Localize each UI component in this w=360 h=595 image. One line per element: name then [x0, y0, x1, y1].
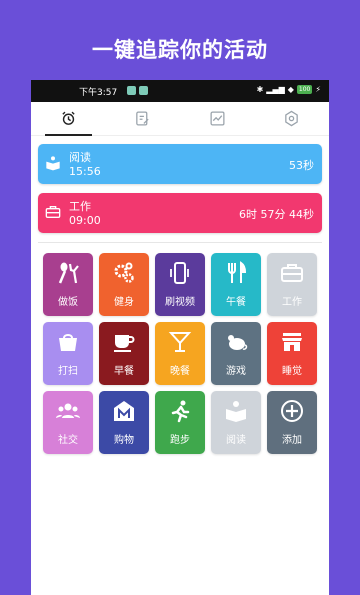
tab-alarm[interactable]: [31, 102, 106, 136]
activity-grid: 做饭 健身 刷视频 午餐 工作 打扫 早餐 晚餐 游戏 睡觉 社交 购物 跑步 …: [31, 253, 329, 454]
briefcase-icon: [45, 206, 61, 218]
timer-title: 工作: [69, 200, 91, 213]
bluetooth-icon: ✱: [256, 85, 264, 94]
spoon-fork-icon: [58, 262, 79, 284]
shop-m-icon: [114, 401, 134, 421]
timer-card-reading[interactable]: 阅读 15:56 53秒: [38, 144, 322, 184]
activity-tile-fitness[interactable]: 健身: [99, 253, 149, 316]
note-edit-icon: [136, 111, 149, 126]
battery-icon: 100: [296, 85, 313, 94]
activity-tile-shopping[interactable]: 购物: [99, 391, 149, 454]
trend-chart-icon: [210, 111, 225, 126]
active-timers: 阅读 15:56 53秒 工作 09:00 6时 57分 44秒: [31, 136, 329, 243]
phone-screen: 下午3:57 ✱ ▂▄▆ ◆ 100 ⚡ 阅读 15:56 53秒 工作 09:…: [31, 80, 329, 595]
timer-start: 09:00: [69, 214, 101, 227]
activity-label: 跑步: [170, 435, 190, 446]
page-headline: 一键追踪你的活动: [92, 38, 268, 62]
activity-label: 打扫: [58, 366, 78, 377]
book-reader-icon: [226, 401, 246, 422]
activity-label: 做饭: [58, 297, 78, 308]
runner-icon: [171, 400, 190, 423]
plus-circle-icon: [281, 400, 303, 422]
activity-tile-breakfast[interactable]: 早餐: [99, 322, 149, 385]
activity-tile-game[interactable]: 游戏: [211, 322, 261, 385]
gears-icon: [114, 262, 134, 283]
briefcase-icon: [281, 264, 303, 282]
coffee-cup-icon: [114, 335, 135, 352]
charging-icon: ⚡: [315, 85, 321, 94]
activity-tile-cooking[interactable]: 做饭: [43, 253, 93, 316]
activity-label: 刷视频: [165, 297, 195, 308]
basket-icon: [59, 334, 77, 351]
tab-settings[interactable]: [255, 102, 330, 135]
activity-label: 午餐: [226, 297, 246, 308]
tab-notes[interactable]: [106, 102, 181, 135]
activity-label: 健身: [114, 297, 134, 308]
activity-tile-video[interactable]: 刷视频: [155, 253, 205, 316]
cocktail-icon: [168, 332, 192, 352]
notification-icon: [139, 86, 148, 95]
status-icons: ✱ ▂▄▆ ◆ 100 ⚡: [257, 85, 321, 94]
activity-label: 睡觉: [282, 366, 302, 377]
wifi-icon: ◆: [287, 85, 294, 94]
notification-icon: [127, 86, 136, 95]
timer-card-work[interactable]: 工作 09:00 6时 57分 44秒: [38, 193, 322, 233]
book-reader-icon: [46, 156, 60, 171]
store-icon: [282, 333, 302, 351]
activity-label: 工作: [282, 297, 302, 308]
gear-icon: [285, 110, 299, 127]
timer-duration: 53秒: [289, 159, 314, 172]
fork-knife-icon: [228, 261, 247, 283]
activity-tile-sleep[interactable]: 睡觉: [267, 322, 317, 385]
tab-stats[interactable]: [180, 102, 255, 135]
activity-tile-reading[interactable]: 阅读: [211, 391, 261, 454]
people-group-icon: [56, 403, 80, 418]
activity-label: 游戏: [226, 366, 246, 377]
activity-tile-lunch[interactable]: 午餐: [211, 253, 261, 316]
activity-label: 阅读: [226, 435, 246, 446]
tab-bar: [31, 102, 329, 136]
activity-tile-social[interactable]: 社交: [43, 391, 93, 454]
activity-tile-dinner[interactable]: 晚餐: [155, 322, 205, 385]
alarm-clock-icon: [62, 111, 75, 125]
status-bar: 下午3:57 ✱ ▂▄▆ ◆ 100 ⚡: [31, 80, 329, 102]
timer-duration: 6时 57分 44秒: [239, 208, 314, 221]
timer-start: 15:56: [69, 165, 101, 178]
mouse-animal-icon: [228, 335, 248, 350]
timer-title: 阅读: [69, 151, 91, 164]
signal-icon: ▂▄▆: [266, 85, 285, 94]
activity-label: 早餐: [114, 366, 134, 377]
add-activity-button[interactable]: 添加: [267, 391, 317, 454]
phone-vibrate-icon: [170, 262, 189, 284]
activity-label: 晚餐: [170, 366, 190, 377]
status-time: 下午3:57: [79, 88, 118, 98]
active-tab-indicator: [45, 134, 92, 136]
activity-tile-work[interactable]: 工作: [267, 253, 317, 316]
activity-tile-cleaning[interactable]: 打扫: [43, 322, 93, 385]
activity-label: 社交: [58, 435, 78, 446]
activity-tile-running[interactable]: 跑步: [155, 391, 205, 454]
divider: [38, 242, 322, 243]
activity-label: 购物: [114, 435, 134, 446]
activity-label: 添加: [282, 435, 302, 446]
